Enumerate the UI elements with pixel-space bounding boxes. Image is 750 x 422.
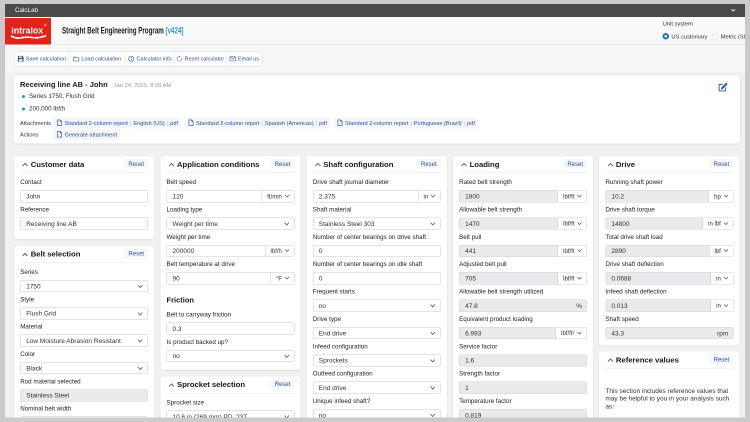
svg-text:®: ® xyxy=(44,23,47,27)
svg-text:intralox: intralox xyxy=(11,25,44,35)
